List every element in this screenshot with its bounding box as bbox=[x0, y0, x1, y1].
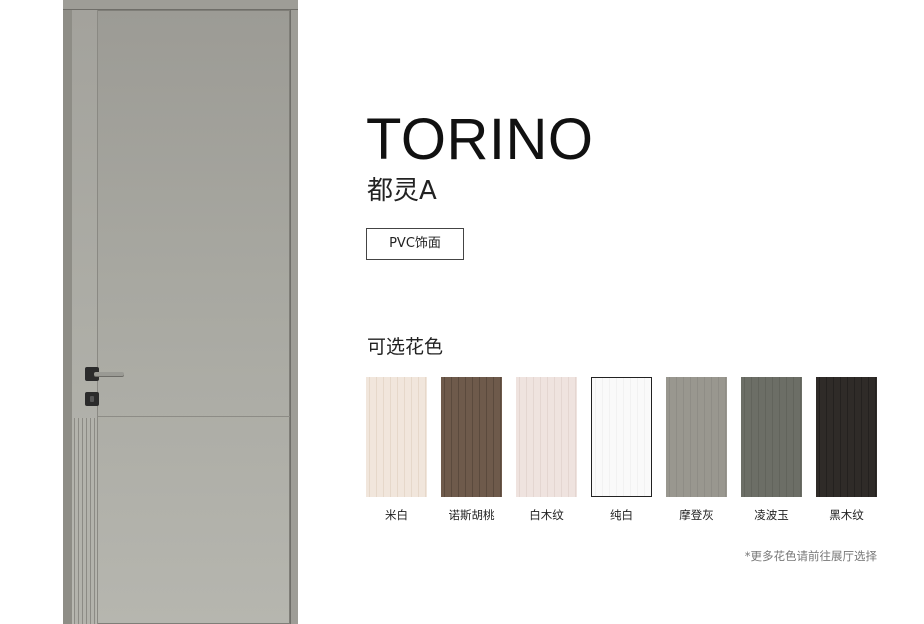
swatch-name: 摩登灰 bbox=[679, 508, 714, 522]
color-options-label: 可选花色 bbox=[367, 336, 444, 358]
finish-tag: PVC饰面 bbox=[366, 228, 464, 260]
door-image bbox=[63, 0, 298, 624]
swatch-item[interactable]: 诺斯胡桃 bbox=[441, 377, 502, 522]
swatch-chip[interactable] bbox=[441, 377, 502, 497]
swatch-name: 米白 bbox=[385, 508, 408, 522]
more-colors-note: *更多花色请前往展厅选择 bbox=[744, 549, 877, 563]
swatch-item[interactable]: 摩登灰 bbox=[666, 377, 727, 522]
swatch-name: 黑木纹 bbox=[829, 508, 864, 522]
swatch-name: 诺斯胡桃 bbox=[448, 508, 495, 522]
swatch-item[interactable]: 米白 bbox=[366, 377, 427, 522]
door-lock-icon bbox=[85, 392, 99, 406]
swatch-item[interactable]: 纯白 bbox=[591, 377, 652, 522]
swatch-chip[interactable] bbox=[741, 377, 802, 497]
swatch-chip[interactable] bbox=[591, 377, 652, 497]
swatch-chip[interactable] bbox=[666, 377, 727, 497]
product-subtitle: 都灵A bbox=[367, 176, 437, 206]
swatch-chip[interactable] bbox=[816, 377, 877, 497]
door-frame-top bbox=[63, 0, 298, 10]
door-leaf bbox=[72, 10, 290, 624]
door-panel-line bbox=[98, 416, 290, 417]
swatch-item[interactable]: 黑木纹 bbox=[816, 377, 877, 522]
swatch-item[interactable]: 白木纹 bbox=[516, 377, 577, 522]
swatch-name: 纯白 bbox=[610, 508, 633, 522]
door-handle-icon bbox=[94, 372, 124, 376]
color-swatch-list: 米白 诺斯胡桃 白木纹 纯白 摩登灰 凌波玉 黑木纹 bbox=[366, 377, 878, 527]
door-frame-right bbox=[290, 10, 298, 624]
swatch-item[interactable]: 凌波玉 bbox=[741, 377, 802, 522]
swatch-name: 凌波玉 bbox=[754, 508, 789, 522]
swatch-chip[interactable] bbox=[366, 377, 427, 497]
swatch-name: 白木纹 bbox=[529, 508, 564, 522]
swatch-chip[interactable] bbox=[516, 377, 577, 497]
door-side-strip bbox=[72, 10, 98, 624]
door-grooves bbox=[74, 418, 96, 624]
product-title: TORINO bbox=[366, 107, 594, 172]
